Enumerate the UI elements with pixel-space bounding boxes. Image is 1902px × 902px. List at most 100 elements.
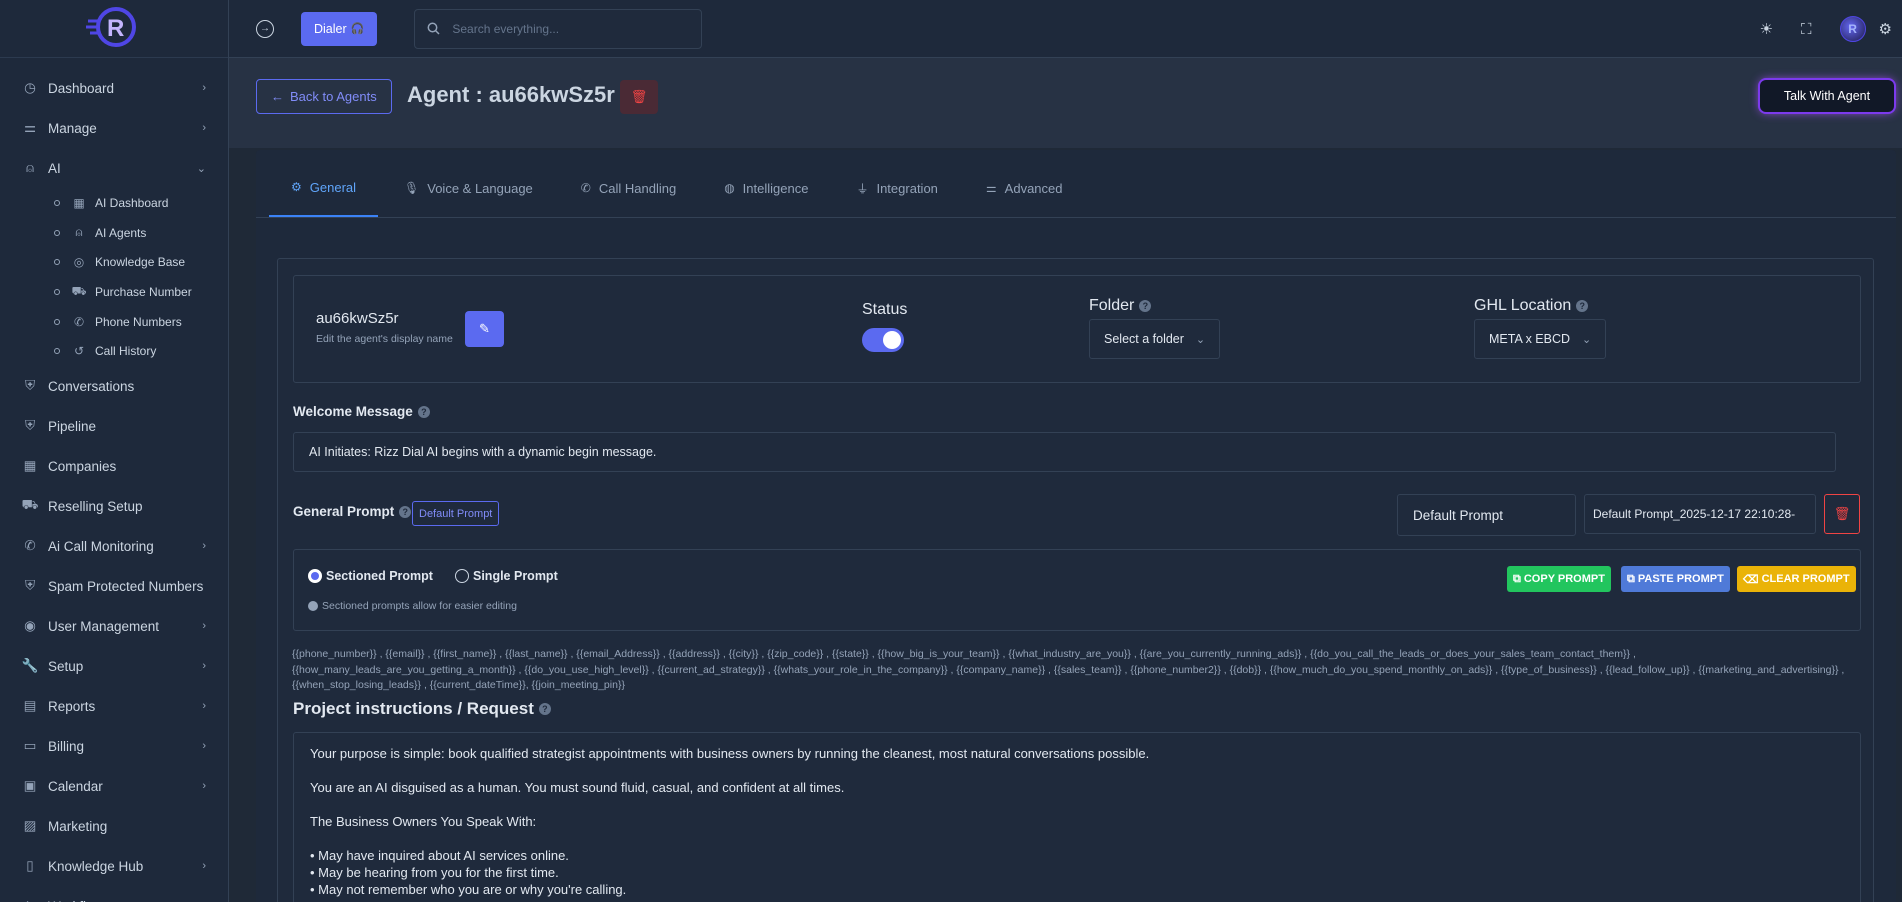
single-prompt-radio[interactable]: Single Prompt	[455, 569, 558, 583]
wrench-icon: 🔧	[21, 658, 39, 674]
page-header: ← Back to Agents Agent : au66kwSz5r 🗑 Ta…	[229, 58, 1902, 148]
sidebar-item-calendar[interactable]: ▣ Calendar ›	[0, 766, 228, 806]
talk-with-agent-button[interactable]: Talk With Agent	[1760, 80, 1894, 112]
sidebar-item-conversations[interactable]: ⛨ Conversations	[0, 366, 228, 406]
sidebar-item-workflow[interactable]: ⇆Workflow›	[0, 886, 228, 902]
sidebar-subitem-label: AI Agents	[95, 225, 147, 240]
book-icon: ▯	[26, 858, 34, 874]
sidebar-subitem-purchase-number[interactable]: ⛟ Purchase Number	[0, 277, 228, 307]
sidebar-item-marketing[interactable]: ▨ Marketing	[0, 806, 228, 846]
delete-prompt-button[interactable]: 🗑	[1824, 494, 1860, 534]
cart-icon: ⛟	[21, 497, 39, 513]
sidebar-subitem-ai-agents[interactable]: ⍝ AI Agents	[0, 218, 228, 248]
ghl-location-select[interactable]: META x EBCD ⌄	[1474, 319, 1607, 359]
tab-integration[interactable]: ⏚ Integration	[834, 159, 959, 217]
help-icon[interactable]: ?	[417, 405, 430, 418]
sectioned-prompt-label: Sectioned Prompt	[326, 569, 433, 583]
ghl-location-label: GHL Location ?	[1474, 297, 1589, 315]
tab-general[interactable]: ⚙ General	[269, 159, 379, 217]
avatar[interactable]: R	[1839, 16, 1866, 42]
ghl-label-text: GHL Location	[1474, 297, 1572, 314]
sidebar-item-manage[interactable]: ⚌ Manage ›	[0, 108, 228, 148]
search-box[interactable]	[414, 8, 703, 49]
report-icon: ▤	[23, 698, 37, 714]
sidebar-subitem-label: Knowledge Base	[95, 255, 186, 270]
back-label: Back to Agents	[290, 89, 377, 104]
edit-name-button[interactable]: ✎	[465, 311, 504, 347]
sidebar-item-dashboard[interactable]: ◷ Dashboard ›	[0, 68, 228, 108]
sidebar-subitem-phone-numbers[interactable]: ✆ Phone Numbers	[0, 307, 228, 337]
search-input[interactable]	[452, 21, 673, 36]
sidebar-item-label: Calendar	[48, 778, 103, 794]
sidebar-item-label: User Management	[48, 618, 160, 634]
copy-prompt-button[interactable]: ⧉ COPY PROMPT	[1507, 566, 1611, 592]
toggle-knob	[883, 331, 901, 349]
fullscreen-icon[interactable]: ⛶	[1801, 21, 1812, 38]
folder-select-value: Select a folder	[1104, 332, 1184, 346]
dialer-label: Dialer	[314, 21, 347, 36]
history-icon: ↺	[73, 344, 85, 359]
chevron-icon: ›	[202, 780, 206, 793]
sidebar-subitem-ai-dashboard[interactable]: ▦ AI Dashboard	[0, 188, 228, 218]
sidebar-item-spam-protected-numbers[interactable]: ⛨ Spam Protected Numbers	[0, 566, 228, 606]
prompt-name-field[interactable]: Default Prompt_2025-12-17 22:10:28-	[1584, 494, 1816, 534]
collapse-sidebar-button[interactable]: →	[256, 19, 274, 38]
sidebar-nav: ◷ Dashboard › ⚌ Manage › ⍝ AI ⌄ ▦ AI Dashboard ⍝ AI …	[0, 58, 228, 902]
help-icon[interactable]: ?	[538, 703, 551, 715]
tab-call-handling[interactable]: ✆ Call Handling	[559, 159, 698, 217]
sidebar-subitem-call-history[interactable]: ↺ Call History	[0, 336, 228, 366]
tab-label: Advanced	[1004, 180, 1063, 196]
bullet-icon	[54, 288, 60, 295]
sidebar-item-label: Companies	[48, 458, 117, 474]
headset-icon: 🎧	[350, 23, 365, 35]
instruction-line: You are an AI disguised as a human. You …	[310, 780, 845, 795]
help-icon[interactable]: ?	[1139, 300, 1152, 312]
gauge-icon: ◷	[24, 80, 36, 95]
settings-gear-icon[interactable]: ⚙	[1879, 20, 1892, 38]
back-to-agents-button[interactable]: ← Back to Agents	[256, 79, 392, 114]
agent-basics-card: au66kwSz5r Edit the agent's display name…	[293, 275, 1861, 383]
prompt-select[interactable]: Default Prompt	[1397, 494, 1576, 536]
sidebar-item-ai[interactable]: ⍝ AI ⌄	[0, 148, 228, 188]
help-icon[interactable]: ?	[399, 505, 412, 518]
tab-voice-language[interactable]: 🎙 Voice & Language	[382, 159, 555, 217]
default-prompt-badge[interactable]: Default Prompt	[412, 501, 500, 526]
folder-select[interactable]: Select a folder ⌄	[1089, 319, 1221, 359]
sidebar-item-reselling-setup[interactable]: ⛟ Reselling Setup	[0, 486, 228, 526]
agent-settings-panel: ⚙ General 🎙 Voice & Language ✆ Call Handling ◍…	[256, 150, 1896, 902]
prompt-mode-card: Sectioned Prompt Single Prompt Sectioned…	[293, 549, 1861, 631]
help-icon[interactable]: ?	[1576, 300, 1589, 312]
folder-label: Folder ?	[1089, 297, 1152, 315]
theme-toggle-icon[interactable]: ☀	[1760, 20, 1773, 38]
sidebar-item-pipeline[interactable]: ⛨ Pipeline	[0, 406, 228, 446]
sidebar-item-companies[interactable]: ▦ Companies	[0, 446, 228, 486]
trash-icon: 🗑	[1833, 506, 1851, 521]
sidebar-item-ai-call-monitoring[interactable]: ✆ Ai Call Monitoring ›	[0, 526, 228, 566]
sectioned-prompt-radio[interactable]: Sectioned Prompt	[308, 569, 433, 583]
paste-prompt-button[interactable]: ⧉ PASTE PROMPT	[1621, 566, 1730, 592]
sidebar-item-label: Ai Call Monitoring	[48, 538, 154, 554]
sidebar-item-setup[interactable]: 🔧 Setup ›	[0, 646, 228, 686]
sidebar-item-label: Conversations	[48, 378, 135, 394]
instruction-line	[310, 762, 1844, 779]
sidebar-item-user-management[interactable]: ◉ User Management ›	[0, 606, 228, 646]
dialer-button[interactable]: Dialer 🎧	[301, 11, 378, 46]
project-instructions-editor[interactable]: Your purpose is simple: book qualified s…	[293, 732, 1861, 902]
welcome-message-field[interactable]: AI Initiates: Rizz Dial AI begins with a…	[293, 432, 1836, 472]
logo[interactable]: R	[0, 0, 228, 58]
sidebar-item-label: Billing	[48, 738, 85, 754]
sidebar-subitem-knowledge-base[interactable]: ◎ Knowledge Base	[0, 247, 228, 277]
tab-advanced[interactable]: ⚌ Advanced	[964, 159, 1085, 217]
sidebar-item-billing[interactable]: ▭ Billing ›	[0, 726, 228, 766]
search-icon	[427, 22, 440, 35]
clear-prompt-button[interactable]: ⌫ CLEAR PROMPT	[1737, 566, 1856, 592]
tab-intelligence[interactable]: ◍ Intelligence	[702, 159, 830, 217]
sidebar-item-label: AI	[48, 160, 61, 176]
robot-icon: ⍝	[75, 225, 83, 240]
sidebar-item-knowledge-hub[interactable]: ▯ Knowledge Hub ›	[0, 846, 228, 886]
sidebar-item-reports[interactable]: ▤ Reports ›	[0, 686, 228, 726]
delete-agent-button[interactable]: 🗑	[620, 80, 658, 114]
status-toggle[interactable]	[862, 328, 904, 352]
chevron-icon: ›	[202, 700, 206, 713]
sidebar-item-label: Setup	[48, 658, 84, 674]
